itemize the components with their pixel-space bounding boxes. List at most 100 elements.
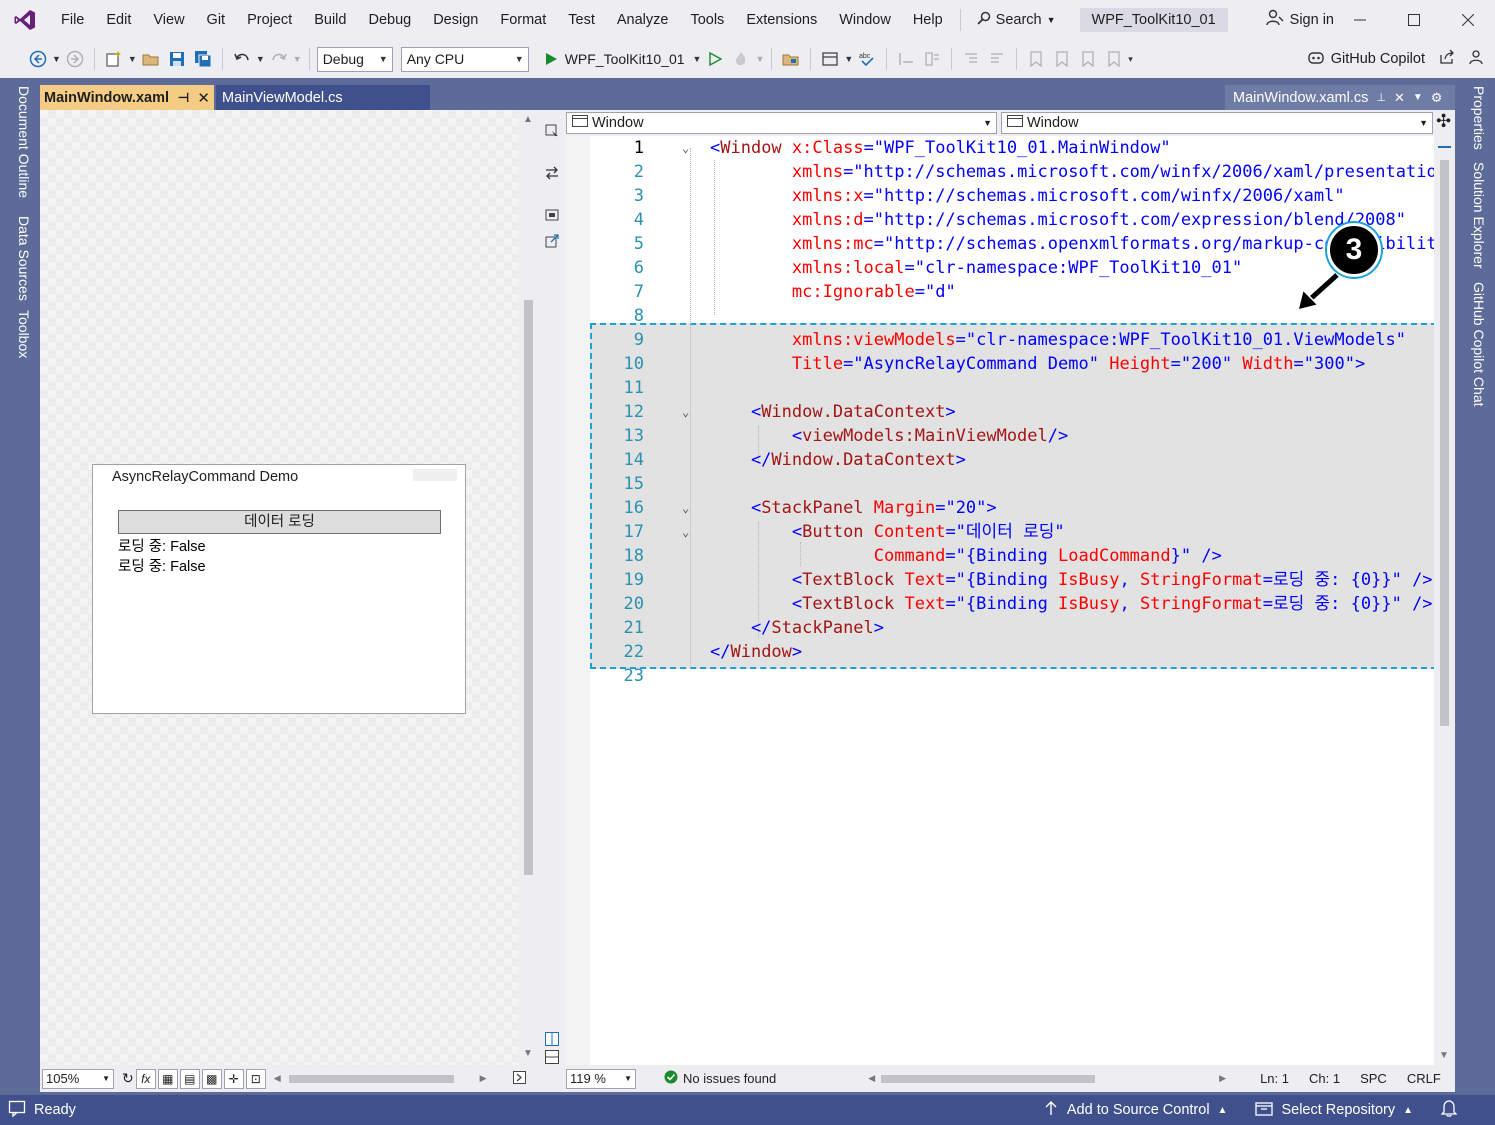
select-repository-button[interactable]: Select Repository <box>1281 1102 1395 1118</box>
scrollbar-thumb[interactable] <box>1440 160 1449 726</box>
chevron-down-icon[interactable]: ▼ <box>128 54 137 64</box>
comment-icon[interactable] <box>894 47 918 71</box>
layout-icon[interactable] <box>818 47 842 71</box>
menu-item-help[interactable]: Help <box>902 0 954 40</box>
line-ending-indicator[interactable]: CRLF <box>1407 1071 1441 1086</box>
gear-icon[interactable]: ⚙ <box>1431 90 1443 106</box>
configuration-select[interactable]: Debug ▼ <box>316 46 393 72</box>
designer-zoom-select[interactable]: 105% ▼ <box>42 1068 114 1089</box>
column-indicator[interactable]: Ch: 1 <box>1309 1071 1340 1086</box>
close-icon[interactable]: ✕ <box>197 89 210 107</box>
menu-item-file[interactable]: File <box>50 0 95 40</box>
share-icon[interactable] <box>1439 49 1455 69</box>
save-icon[interactable] <box>165 47 189 71</box>
menu-item-test[interactable]: Test <box>557 0 606 40</box>
code-line[interactable]: 14 </Window.DataContext> <box>590 448 1434 472</box>
save-all-icon[interactable] <box>191 47 215 71</box>
member-scope-select[interactable]: Window ▼ <box>1001 112 1433 134</box>
forward-icon[interactable] <box>63 47 87 71</box>
code-line[interactable]: 12 ⌄ <Window.DataContext> <box>590 400 1434 424</box>
preview-window[interactable]: AsyncRelayCommand Demo 데이터 로딩 로딩 중: Fals… <box>92 464 466 714</box>
device-fit-icon[interactable]: ⊡ <box>245 1068 266 1089</box>
split-editor-icon[interactable]: ✣ <box>1436 111 1451 132</box>
designer-vertical-scrollbar[interactable]: ▲ ▼ <box>518 110 538 1065</box>
snap-to-snaplines-icon[interactable]: ✛ <box>223 1068 244 1089</box>
run-target-label[interactable]: WPF_ToolKit10_01 <box>565 51 685 67</box>
data-sources-tab[interactable]: Data Sources <box>16 216 32 301</box>
scroll-left-icon[interactable]: ◀ <box>868 1073 875 1084</box>
notifications-bell-icon[interactable] <box>1440 1099 1458 1121</box>
snap-to-grid-icon[interactable]: ▤ <box>179 1068 200 1089</box>
scroll-left-icon[interactable]: ◀ <box>274 1073 281 1084</box>
code-line[interactable]: 17 ⌄ <Button Content="데이터 로딩" <box>590 520 1434 544</box>
solution-explorer-tab[interactable]: Solution Explorer <box>1471 162 1487 269</box>
chevron-up-icon[interactable]: ▲ <box>1403 1105 1413 1116</box>
menu-item-design[interactable]: Design <box>422 0 489 40</box>
new-project-icon[interactable] <box>102 47 126 71</box>
editor-vertical-scrollbar[interactable]: ▼ <box>1434 136 1455 1065</box>
code-line[interactable]: 5 xmlns:mc="http://schemas.openxmlformat… <box>590 232 1434 256</box>
code-line[interactable]: 10 Title="AsyncRelayCommand Demo" Height… <box>590 352 1434 376</box>
menu-item-project[interactable]: Project <box>236 0 303 40</box>
fold-toggle-icon[interactable]: ⌄ <box>682 496 689 520</box>
document-outline-tab[interactable]: Document Outline <box>16 86 32 198</box>
scrollbar-thumb[interactable] <box>524 300 533 875</box>
pin-icon[interactable]: ⊥ <box>1376 91 1386 104</box>
github-copilot-chat-tab[interactable]: GitHub Copilot Chat <box>1471 282 1487 407</box>
clear-bookmarks-icon[interactable] <box>1102 47 1126 71</box>
device-preview-icon[interactable] <box>545 208 559 222</box>
code-line[interactable]: 23 <box>590 664 1434 688</box>
vertical-split-icon[interactable] <box>545 1032 559 1046</box>
scroll-right-icon[interactable]: ▶ <box>1219 1073 1226 1084</box>
chevron-down-icon[interactable]: ▼ <box>844 54 853 64</box>
code-line[interactable]: 21 </StackPanel> <box>590 616 1434 640</box>
close-icon[interactable]: ✕ <box>1394 90 1405 106</box>
tab-list-icon[interactable]: ▼ <box>1413 92 1423 103</box>
chevron-down-icon[interactable]: ▼ <box>293 54 302 64</box>
menu-item-format[interactable]: Format <box>489 0 557 40</box>
pin-icon[interactable]: ⊣ <box>178 90 190 106</box>
menu-item-build[interactable]: Build <box>303 0 357 40</box>
horizontal-split-icon[interactable] <box>545 1050 559 1064</box>
hot-reload-icon[interactable] <box>729 47 753 71</box>
start-without-debugging-icon[interactable] <box>703 47 727 71</box>
menu-item-git[interactable]: Git <box>196 0 237 40</box>
tab-mainviewmodel-cs[interactable]: MainViewModel.cs <box>216 85 430 110</box>
code-line[interactable]: 22 </Window> <box>590 640 1434 664</box>
select-cursor-icon[interactable] <box>545 124 559 138</box>
editor-horizontal-scrollbar[interactable] <box>881 1074 1096 1083</box>
chevron-down-icon[interactable]: ▼ <box>256 54 265 64</box>
scroll-up-icon[interactable]: ▲ <box>523 114 533 125</box>
visual-studio-logo-icon[interactable] <box>0 0 50 40</box>
element-scope-select[interactable]: Window ▼ <box>566 112 997 134</box>
code-line[interactable]: 1 ⌄ <Window x:Class="WPF_ToolKit10_01.Main… <box>590 136 1434 160</box>
feedback-icon[interactable] <box>1469 49 1485 69</box>
fold-toggle-icon[interactable]: ⌄ <box>682 400 689 424</box>
redo-icon[interactable] <box>267 47 291 71</box>
uncomment-icon[interactable] <box>920 47 944 71</box>
code-line[interactable]: 2 xmlns="http://schemas.microsoft.com/wi… <box>590 160 1434 184</box>
platform-select[interactable]: Any CPU ▼ <box>400 46 529 72</box>
scroll-down-icon[interactable]: ▼ <box>1439 1050 1449 1061</box>
toolbox-tab[interactable]: Toolbox <box>16 310 32 358</box>
collapse-pane-icon[interactable] <box>512 1070 526 1087</box>
menu-item-tools[interactable]: Tools <box>679 0 735 40</box>
artboard-background-icon[interactable]: ▩ <box>201 1068 222 1089</box>
code-line[interactable]: 16 ⌄ <StackPanel Margin="20"> <box>590 496 1434 520</box>
editor-zoom-select[interactable]: 119 % ▼ <box>566 1068 636 1089</box>
fold-toggle-icon[interactable]: ⌄ <box>682 136 689 160</box>
chevron-down-icon[interactable]: ▼ <box>693 54 702 64</box>
menu-item-analyze[interactable]: Analyze <box>606 0 680 40</box>
tab-mainwindow-xaml[interactable]: MainWindow.xaml ⊣ ✕ <box>40 85 214 110</box>
open-folder-icon[interactable] <box>139 47 163 71</box>
menu-item-edit[interactable]: Edit <box>95 0 142 40</box>
github-copilot-button[interactable]: GitHub Copilot <box>1307 49 1495 69</box>
refresh-icon[interactable]: ↻ <box>122 1070 134 1087</box>
close-button[interactable] <box>1441 0 1495 40</box>
chevron-up-icon[interactable]: ▲ <box>1218 1105 1228 1116</box>
code-line[interactable]: 4 xmlns:d="http://schemas.microsoft.com/… <box>590 208 1434 232</box>
code-line[interactable]: 20 <TextBlock Text="{Binding IsBusy, Str… <box>590 592 1434 616</box>
chevron-down-icon[interactable]: ▼ <box>52 54 61 64</box>
previous-bookmark-icon[interactable] <box>1050 47 1074 71</box>
scroll-down-icon[interactable]: ▼ <box>523 1048 533 1059</box>
